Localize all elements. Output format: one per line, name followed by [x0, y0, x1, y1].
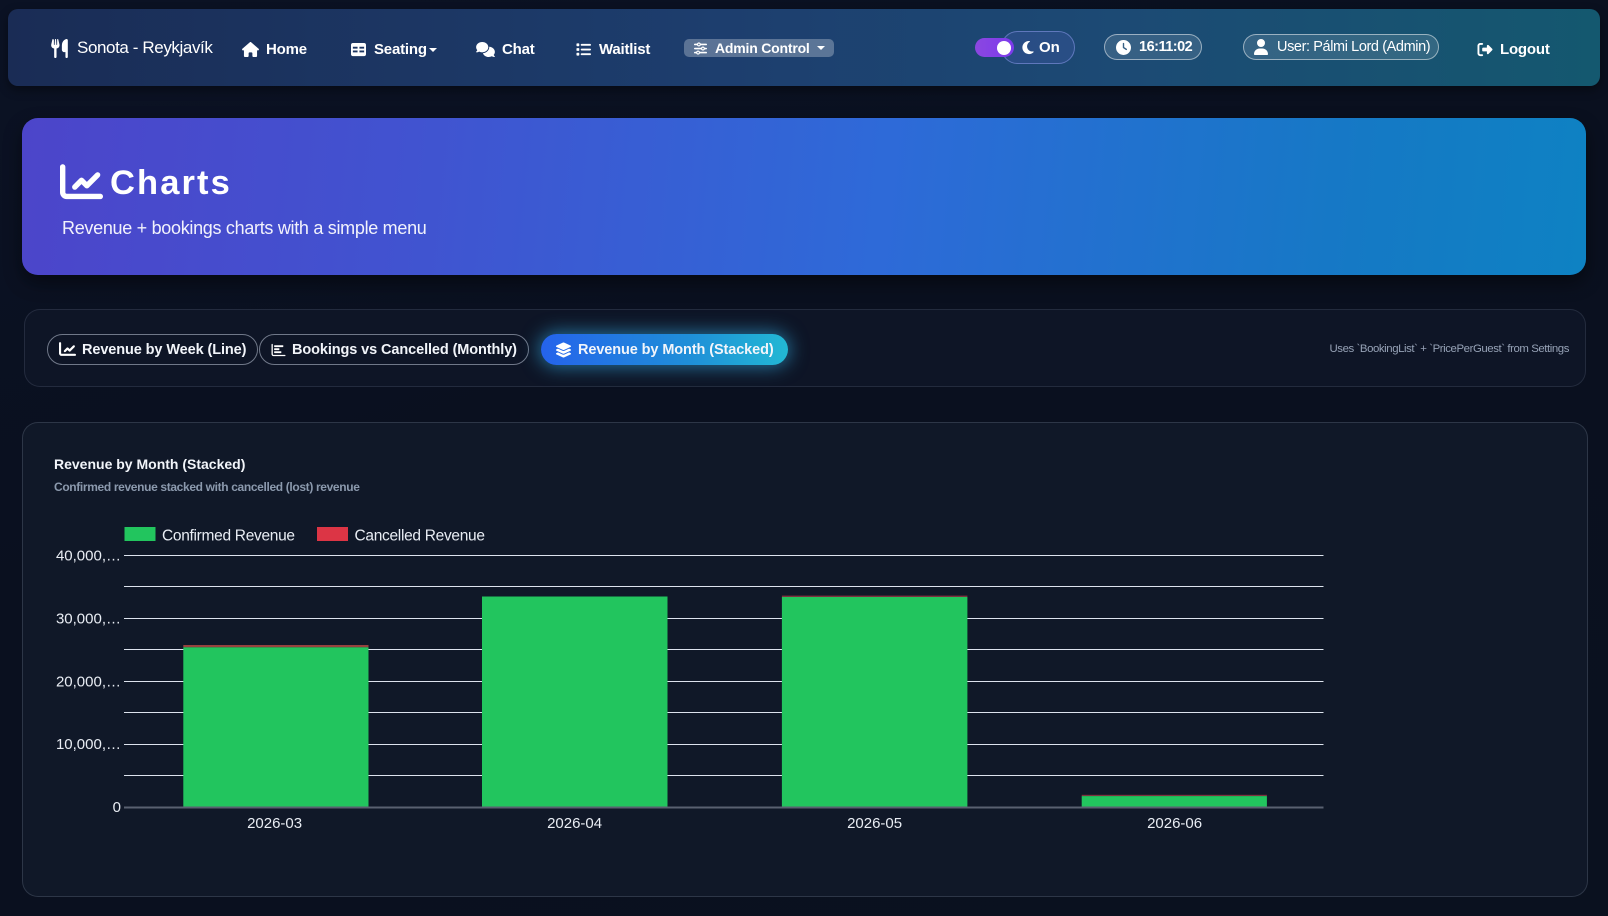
svg-text:Confirmed Revenue: Confirmed Revenue — [162, 527, 295, 544]
svg-text:30,000,…: 30,000,… — [56, 610, 121, 627]
svg-text:20,000,…: 20,000,… — [56, 673, 121, 690]
svg-text:2026-03: 2026-03 — [247, 815, 302, 832]
svg-text:2026-06: 2026-06 — [1147, 815, 1202, 832]
svg-text:10,000,…: 10,000,… — [56, 736, 121, 753]
svg-text:2026-05: 2026-05 — [847, 815, 902, 832]
svg-text:Cancelled Revenue: Cancelled Revenue — [355, 527, 485, 544]
svg-text:0: 0 — [113, 799, 121, 816]
svg-text:2026-04: 2026-04 — [547, 815, 602, 832]
svg-text:40,000,…: 40,000,… — [56, 548, 121, 565]
